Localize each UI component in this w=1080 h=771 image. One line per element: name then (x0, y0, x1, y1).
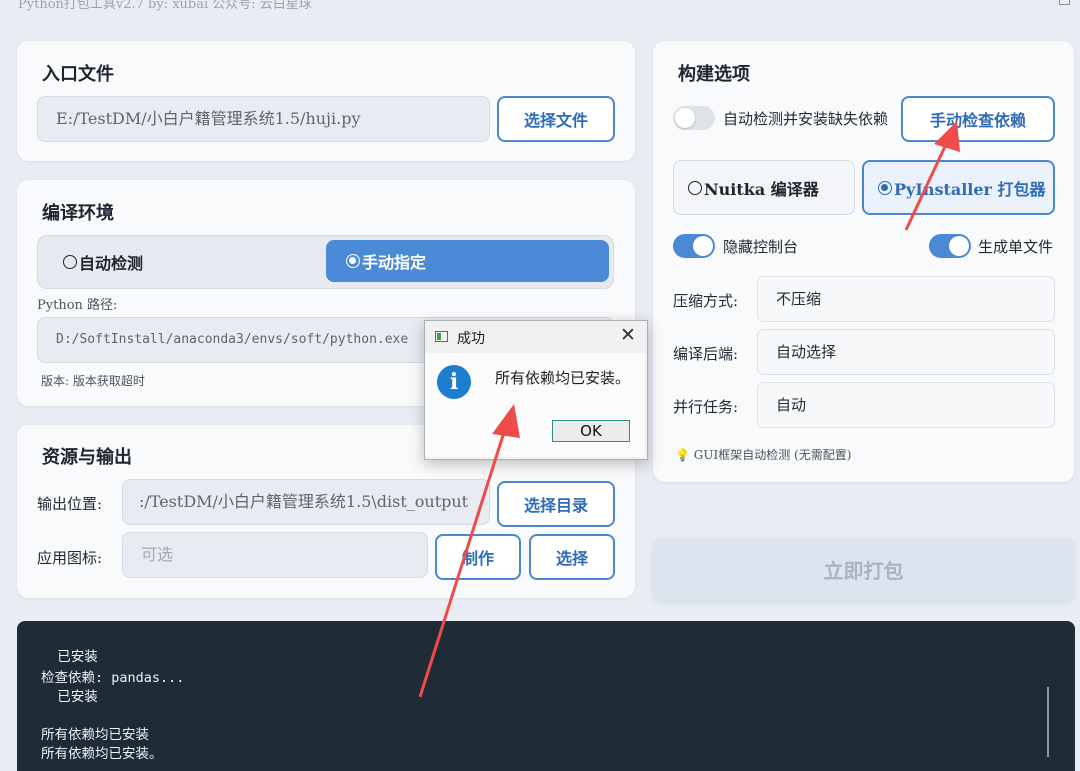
check-deps-button[interactable]: 手动检查依赖 (901, 96, 1055, 142)
console-line: 已安装 (41, 649, 98, 665)
console-line: 检查依赖: pandas... (41, 670, 185, 686)
pyinstaller-radio[interactable]: PyInstaller 打包器 (862, 160, 1055, 215)
compile-env-title: 编译环境 (42, 203, 114, 224)
single-file-label: 生成单文件 (978, 238, 1054, 256)
auto-deps-label: 自动检测并安装缺失依赖 (723, 110, 889, 128)
backend-label: 编译后端: (673, 345, 739, 363)
env-manual-label: 手动指定 (362, 253, 427, 272)
console-scrollbar[interactable] (1047, 687, 1049, 757)
version-text: 版本: 版本获取超时 (41, 374, 145, 388)
select-file-button[interactable]: 选择文件 (497, 96, 615, 142)
gui-hint: 💡 GUI框架自动检测 (无需配置) (675, 446, 851, 463)
env-auto-label: 自动检测 (79, 254, 144, 273)
ok-button[interactable]: OK (552, 420, 630, 442)
hide-console-label: 隐藏控制台 (723, 238, 799, 256)
radio-unchecked-icon (63, 255, 77, 269)
build-options-title: 构建选项 (678, 64, 750, 85)
output-location-input[interactable]: :/TestDM/小白户籍管理系统1.5\dist_output (122, 479, 490, 525)
jobs-label: 并行任务: (673, 398, 739, 416)
entry-file-title: 入口文件 (42, 64, 114, 85)
info-icon: i (437, 365, 471, 399)
entry-file-card: 入口文件 E:/TestDM/小白户籍管理系统1.5/huji.py 选择文件 (17, 41, 635, 161)
make-icon-button[interactable]: 制作 (435, 534, 521, 580)
dialog-body: i 所有依赖均已安装。 OK (425, 353, 645, 457)
console-line: 所有依赖均已安装 (41, 727, 149, 743)
nuitka-label: Nuitka 编译器 (704, 179, 819, 199)
window-icon (435, 331, 448, 342)
compress-label: 压缩方式: (673, 292, 739, 310)
python-path-label: Python 路径: (37, 298, 118, 313)
window-title: Python打包工具v2.7 by: xubai 公众号: 云白星球 (18, 0, 312, 12)
dialog-title: 成功 (457, 331, 485, 347)
auto-deps-toggle[interactable] (673, 106, 715, 130)
success-dialog: 成功 ✕ i 所有依赖均已安装。 OK (424, 320, 648, 460)
entry-file-input[interactable]: E:/TestDM/小白户籍管理系统1.5/huji.py (37, 96, 490, 142)
compress-select[interactable]: 不压缩 (757, 276, 1055, 322)
jobs-select[interactable]: 自动 (757, 382, 1055, 428)
select-dir-button[interactable]: 选择目录 (497, 481, 615, 527)
choose-icon-button[interactable]: 选择 (529, 534, 615, 580)
single-file-toggle[interactable] (929, 234, 971, 258)
env-auto-radio[interactable]: 自动检测 (63, 242, 243, 282)
radio-checked-icon (878, 180, 892, 195)
env-manual-radio[interactable]: 手动指定 (326, 240, 609, 282)
hide-console-toggle[interactable] (673, 234, 715, 258)
console-line: 已安装 (41, 689, 98, 705)
console-output: 已安装 检查依赖: pandas... 已安装 所有依赖均已安装 所有依赖均已安… (17, 621, 1075, 771)
pack-now-button[interactable]: 立即打包 (653, 538, 1074, 600)
app-icon-input[interactable]: 可选 (122, 532, 428, 578)
minimize-button[interactable]: — (1016, 0, 1030, 7)
output-location-label: 输出位置: (37, 495, 103, 513)
pyinstaller-label: PyInstaller 打包器 (894, 179, 1046, 199)
nuitka-radio[interactable]: Nuitka 编译器 (673, 160, 855, 215)
console-line: 所有依赖均已安装。 (41, 746, 163, 762)
backend-select[interactable]: 自动选择 (757, 329, 1055, 375)
gui-hint-text: GUI框架自动检测 (无需配置) (693, 448, 852, 462)
maximize-button[interactable]: □ (1058, 0, 1071, 7)
window-titlebar: Python打包工具v2.7 by: xubai 公众号: 云白星球 — □ (0, 0, 1080, 14)
build-options-card: 构建选项 自动检测并安装缺失依赖 手动检查依赖 Nuitka 编译器 PyIns… (653, 41, 1074, 482)
radio-checked-icon (346, 254, 360, 268)
radio-unchecked-icon (688, 180, 702, 195)
close-icon[interactable]: ✕ (620, 324, 636, 346)
lightbulb-icon: 💡 (675, 448, 690, 462)
app-icon-label: 应用图标: (37, 549, 103, 567)
output-title: 资源与输出 (42, 447, 132, 468)
dialog-message: 所有依赖均已安装。 (495, 369, 631, 387)
